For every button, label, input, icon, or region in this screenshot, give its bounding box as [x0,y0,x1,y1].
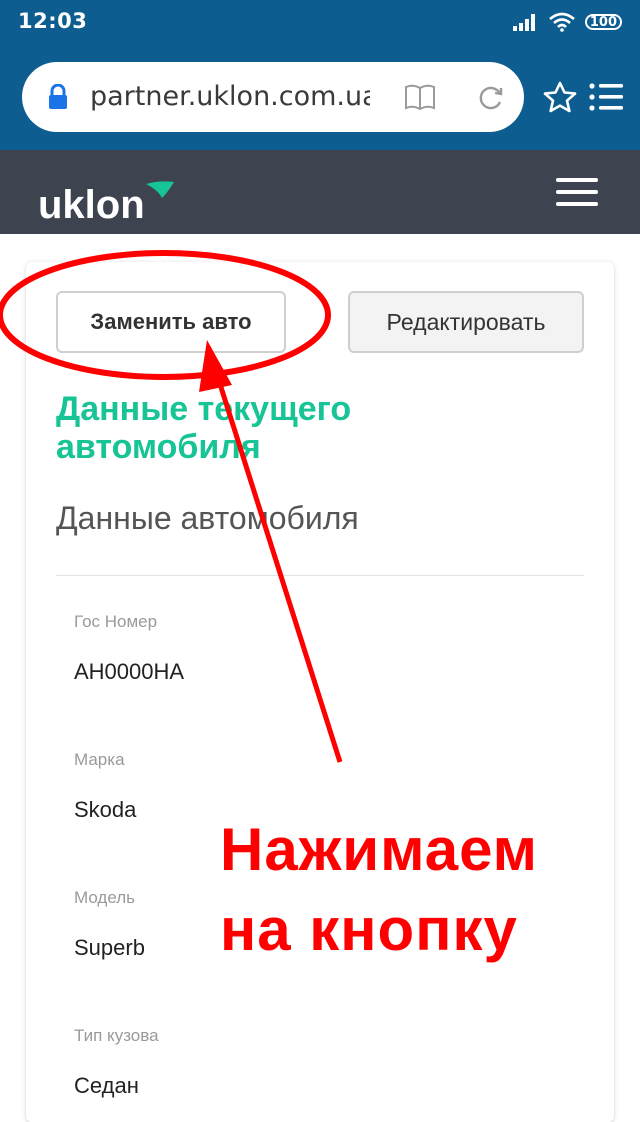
address-bar[interactable]: partner.uklon.com.ua/driv [22,62,524,132]
replace-car-button[interactable]: Заменить авто [56,291,286,353]
annotation-callout: Нажимаем на кнопку [220,810,538,970]
status-icons: 100 [512,10,622,34]
lock-icon [49,84,67,109]
model-value: Superb [74,935,145,960]
status-time: 12:03 [18,9,88,33]
plate-value: АН0000НА [74,659,185,684]
browser-chrome: 12:03 100 partner.uklon.com.ua/driv [0,0,640,150]
annotation-line-2: на кнопку [220,896,518,963]
plate-label: Гос Номер [74,612,158,631]
wifi-icon [549,12,575,32]
brand-label: Марка [74,750,125,769]
star-icon[interactable] [542,80,578,114]
current-car-title: Данные текущего автомобиля [56,390,352,466]
menu-list-icon[interactable] [588,80,624,114]
reload-icon[interactable] [476,82,506,112]
signal-icon [512,14,535,31]
uklon-logo[interactable]: uklon [38,164,178,224]
model-label: Модель [74,888,136,907]
app-header: uklon [0,150,640,234]
brand-value: Skoda [74,797,137,822]
body-type-label: Тип кузова [74,1026,159,1045]
annotation-line-1: Нажимаем [220,816,539,883]
body-type-value: Седан [74,1073,139,1098]
car-data-title: Данные автомобиля [56,500,359,536]
url-text[interactable]: partner.uklon.com.ua/driv [90,80,370,114]
reader-mode-icon[interactable] [404,82,436,112]
edit-button[interactable]: Редактировать [348,291,584,353]
battery-icon: 100 [584,14,622,30]
hamburger-icon[interactable] [556,178,598,208]
divider [56,575,584,576]
svg-text:uklon: uklon [38,183,145,224]
